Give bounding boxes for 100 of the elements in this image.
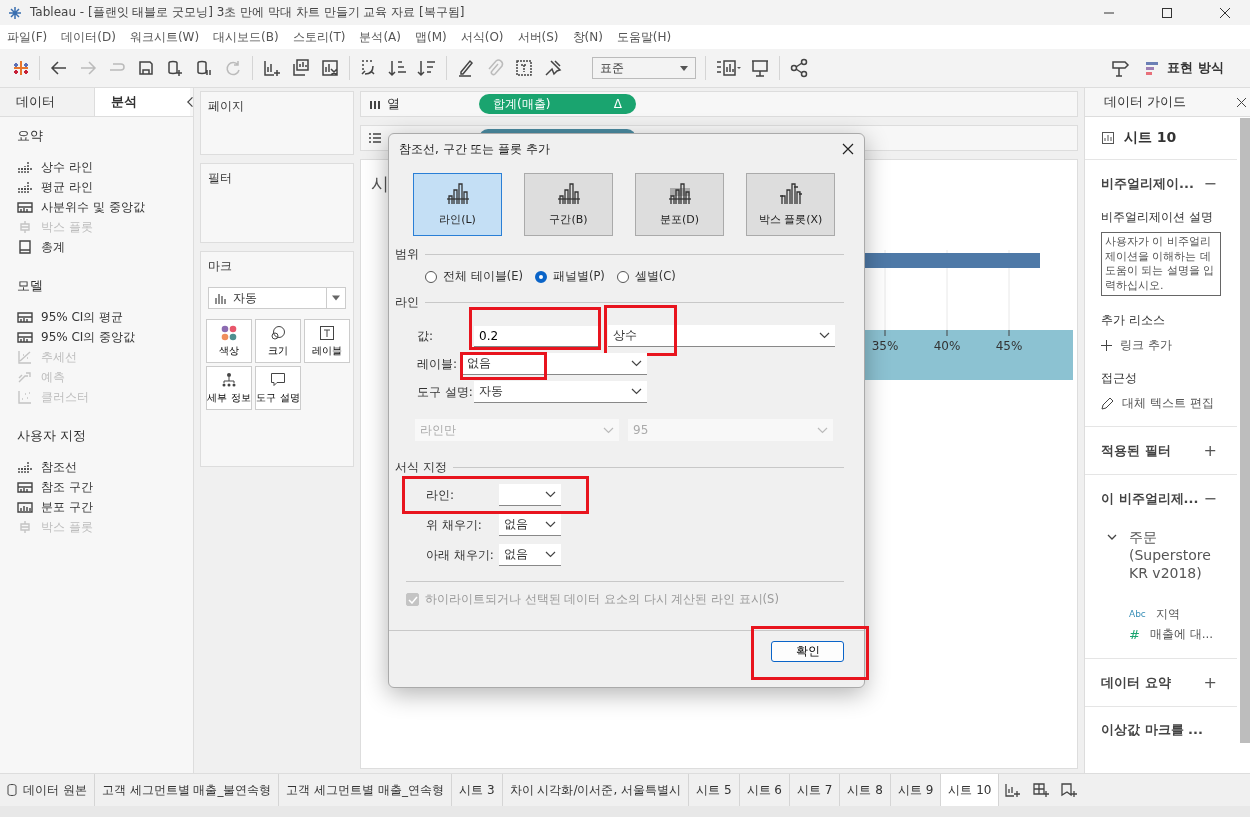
radio-button[interactable]: [425, 270, 437, 283]
sort-ascending-icon[interactable]: [388, 58, 408, 78]
sort-descending-icon[interactable]: [417, 58, 437, 78]
mark-type-dropdown[interactable]: 자동: [208, 287, 346, 309]
sheet-title: 시: [371, 172, 389, 196]
chevron-left-icon[interactable]: [185, 96, 193, 108]
maximize-icon[interactable]: [1161, 6, 1173, 19]
paperclip-icon[interactable]: [485, 58, 505, 78]
analytics-item[interactable]: 95% CI의 중앙값: [17, 327, 193, 347]
panel-tab[interactable]: 데이터: [0, 88, 96, 116]
panel-title: 데이터 가이드: [1104, 93, 1187, 111]
field-name[interactable]: 매출에 대...: [1149, 625, 1214, 643]
text-icon[interactable]: [514, 58, 534, 78]
menu-item[interactable]: 도움말(H): [609, 28, 679, 46]
expand-toggle[interactable]: +: [1203, 673, 1217, 692]
highlight-icon[interactable]: [456, 58, 476, 78]
analytics-item[interactable]: 분포 구간: [17, 497, 193, 517]
field-type-icon: #: [1129, 626, 1140, 642]
clear-sheet-icon[interactable]: [320, 58, 340, 78]
fill-dropdown[interactable]: 없음: [499, 544, 561, 566]
pause-datasource-icon[interactable]: [194, 58, 214, 78]
line-style-dropdown[interactable]: [499, 484, 561, 506]
analytics-item[interactable]: 총계: [17, 237, 193, 257]
new-datasource-icon[interactable]: [165, 58, 185, 78]
detail-button[interactable]: 세부 정보: [206, 366, 252, 410]
group-heading: 라인: [395, 294, 419, 311]
tableau-logo-icon[interactable]: [12, 59, 30, 77]
description-field[interactable]: 사용자가 이 비주얼리제이션을 이해하는 데 도움이 되는 설명을 입력하십시오.: [1101, 232, 1221, 296]
reference-type-button[interactable]: 분포(D): [635, 173, 724, 236]
analytics-item[interactable]: 참조선: [17, 457, 193, 477]
menu-item[interactable]: 대시보드(B): [206, 28, 286, 46]
sheet-tab[interactable]: 시트 10: [941, 774, 1000, 806]
show-labels-icon[interactable]: [715, 58, 741, 78]
new-dashboard-icon[interactable]: [1032, 782, 1051, 798]
section-heading: 데이터 요약: [1101, 673, 1171, 692]
label-button[interactable]: 레이블: [304, 319, 350, 363]
signpost-icon[interactable]: [1110, 58, 1131, 78]
chevron-down-icon[interactable]: [1107, 533, 1117, 541]
section-heading: 사용자 지정: [17, 427, 88, 445]
collapse-toggle[interactable]: −: [1203, 489, 1217, 508]
bar-chart-icon: [667, 182, 692, 206]
edit-alt-text-link[interactable]: 대체 텍스트 편집: [1101, 395, 1237, 412]
field-name[interactable]: 지역: [1155, 605, 1180, 623]
datasource-name[interactable]: 주문 (Superstore KR v2018): [1129, 528, 1219, 582]
fit-dropdown[interactable]: 표준: [592, 57, 696, 79]
menu-item[interactable]: 분석(A): [352, 28, 408, 46]
scope-radio[interactable]: 셀별(C): [616, 269, 676, 284]
menu-item[interactable]: 워크시트(W): [122, 28, 207, 46]
analytics-item[interactable]: 95% CI의 평균: [17, 307, 193, 327]
presentation-icon[interactable]: [750, 58, 770, 78]
close-icon[interactable]: [842, 143, 854, 155]
share-icon[interactable]: [789, 58, 809, 78]
show-me-button[interactable]: 표현 방식: [1139, 57, 1230, 79]
menu-item[interactable]: 파일(F): [0, 28, 55, 46]
color-button[interactable]: 색상: [206, 319, 252, 363]
reference-type-button[interactable]: 구간(B): [524, 173, 613, 236]
section-heading: 모델: [17, 277, 44, 295]
group-heading: 범위: [395, 246, 419, 263]
menu-item[interactable]: 서버(S): [510, 28, 566, 46]
tooltip-button[interactable]: 도구 설명: [255, 366, 301, 410]
reference-type-button[interactable]: 라인(L): [413, 173, 502, 236]
scope-radio[interactable]: 패널별(P): [534, 269, 605, 284]
analytics-item[interactable]: 상수 라인: [17, 157, 193, 177]
scrollbar[interactable]: [1240, 118, 1250, 743]
analytics-item[interactable]: 사분위수 및 중앙값: [17, 197, 193, 217]
menu-item[interactable]: 서식(O): [453, 28, 511, 46]
new-worksheet-icon[interactable]: [262, 58, 282, 78]
menu-item[interactable]: 창(N): [565, 28, 610, 46]
chevron-down-icon: [603, 426, 614, 434]
section-heading: 적용된 필터: [1101, 441, 1171, 460]
menu-item[interactable]: 맵(M): [408, 28, 454, 46]
panel-tab[interactable]: 분석: [95, 88, 190, 116]
radio-button[interactable]: [534, 270, 547, 283]
trend-line-icon: [17, 350, 33, 364]
value-input[interactable]: 0.2: [474, 325, 598, 347]
add-link[interactable]: 링크 추가: [1101, 337, 1237, 354]
close-icon[interactable]: [1219, 6, 1231, 19]
chevron-down-icon: [817, 426, 828, 434]
scope-radio[interactable]: 전체 테이블(E): [425, 269, 523, 284]
analytics-item[interactable]: 평균 라인: [17, 177, 193, 197]
analytics-item[interactable]: 참조 구간: [17, 477, 193, 497]
ok-button[interactable]: 확인: [771, 641, 844, 662]
label-dropdown[interactable]: 없음: [462, 353, 647, 375]
menu-item[interactable]: 데이터(D): [54, 28, 123, 46]
menu-item[interactable]: 스토리(T): [285, 28, 353, 46]
save-icon[interactable]: [136, 58, 156, 78]
new-worksheet-icon[interactable]: [1004, 782, 1023, 798]
size-button[interactable]: 크기: [255, 319, 301, 363]
aggregation-dropdown[interactable]: 상수: [608, 325, 835, 347]
radio-button[interactable]: [616, 270, 629, 283]
tooltip-dropdown[interactable]: 자동: [474, 381, 647, 403]
close-icon[interactable]: [1237, 97, 1246, 107]
collapse-toggle[interactable]: −: [1203, 174, 1217, 193]
duplicate-icon[interactable]: [291, 58, 311, 78]
new-story-icon[interactable]: [1060, 782, 1079, 798]
total-icon: [17, 240, 33, 254]
fill-dropdown[interactable]: 없음: [499, 514, 561, 536]
expand-toggle[interactable]: +: [1203, 441, 1217, 460]
pin-icon[interactable]: [543, 58, 563, 78]
reference-type-button[interactable]: 박스 플롯(X): [746, 173, 835, 236]
